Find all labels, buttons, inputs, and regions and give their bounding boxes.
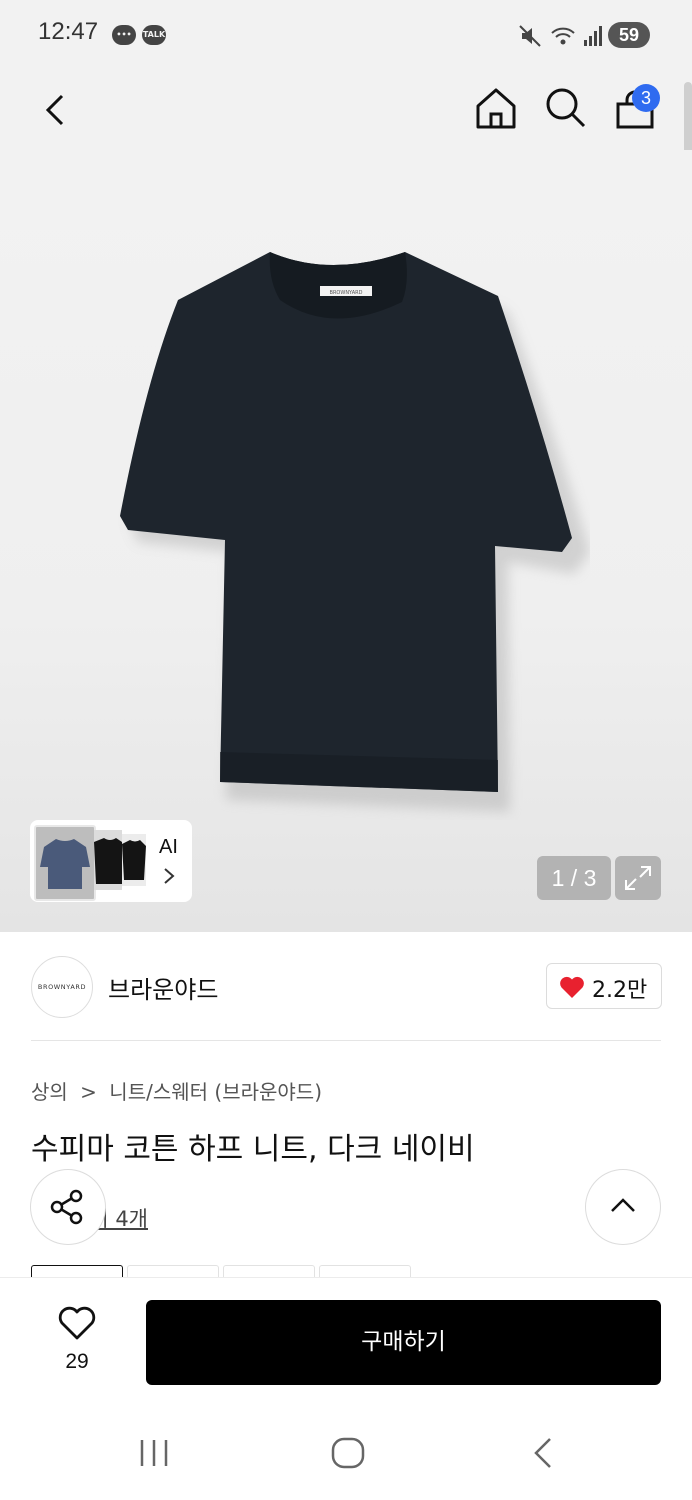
- wishlist-heart-icon[interactable]: [57, 1305, 97, 1341]
- recent-apps-icon[interactable]: [136, 1438, 172, 1468]
- divider: [31, 1040, 661, 1041]
- image-counter: 1 / 3: [537, 856, 611, 900]
- share-icon: [50, 1189, 83, 1225]
- svg-text:BROWNYARD: BROWNYARD: [330, 290, 363, 296]
- ai-label: AI: [159, 836, 178, 858]
- search-icon[interactable]: [544, 86, 588, 130]
- signal-icon: [584, 26, 602, 46]
- wishlist-count: 29: [65, 1350, 89, 1373]
- wifi-icon: [551, 27, 575, 45]
- product-image-carousel[interactable]: BROWNYARD AI 1 / 3: [0, 150, 692, 932]
- share-button[interactable]: [31, 1170, 105, 1244]
- ai-thumbnail-2: [94, 830, 122, 890]
- cart-count-badge: 3: [632, 84, 660, 112]
- home-button-icon[interactable]: [330, 1436, 366, 1470]
- ai-thumbnail-1: [34, 825, 96, 901]
- home-icon[interactable]: [474, 86, 518, 130]
- breadcrumb: 상의 > 니트/스웨터 (브라운야드): [31, 1076, 322, 1105]
- brand-logo[interactable]: BROWNYARD: [31, 956, 93, 1018]
- back-icon[interactable]: [38, 90, 70, 130]
- mute-icon: [519, 25, 541, 47]
- breadcrumb-subcategory[interactable]: 니트/스웨터 (브라운야드): [109, 1080, 322, 1104]
- product-title: 수피마 코튼 하프 니트, 다크 네이비: [31, 1132, 475, 1167]
- chevron-up-icon: [611, 1198, 635, 1212]
- product-photo-tshirt: BROWNYARD: [120, 252, 590, 812]
- top-nav: 3: [0, 70, 692, 150]
- status-time: 12:47: [38, 18, 99, 45]
- chevron-right-icon: [164, 868, 175, 884]
- back-nav-icon[interactable]: [528, 1436, 556, 1470]
- expand-icon: [625, 866, 651, 890]
- battery-indicator: 59: [608, 22, 650, 48]
- expand-image-button[interactable]: [615, 856, 661, 900]
- breadcrumb-separator: >: [80, 1080, 97, 1104]
- ai-thumbnail-3: [122, 834, 146, 886]
- system-nav-bar: [0, 1400, 692, 1500]
- buy-button[interactable]: 구매하기: [146, 1300, 661, 1385]
- chat-bubble-icon: •••: [112, 25, 136, 45]
- breadcrumb-category[interactable]: 상의: [31, 1080, 68, 1104]
- heart-filled-icon: [560, 976, 584, 998]
- ai-similar-items-card[interactable]: AI: [30, 820, 192, 902]
- status-bar: 12:47 ••• TALK 59: [0, 0, 692, 70]
- brand-name[interactable]: 브라운야드: [108, 970, 218, 1005]
- scroll-to-top-button[interactable]: [586, 1170, 660, 1244]
- kakaotalk-icon: TALK: [142, 25, 166, 45]
- brand-like-count: 2.2만: [592, 978, 648, 1003]
